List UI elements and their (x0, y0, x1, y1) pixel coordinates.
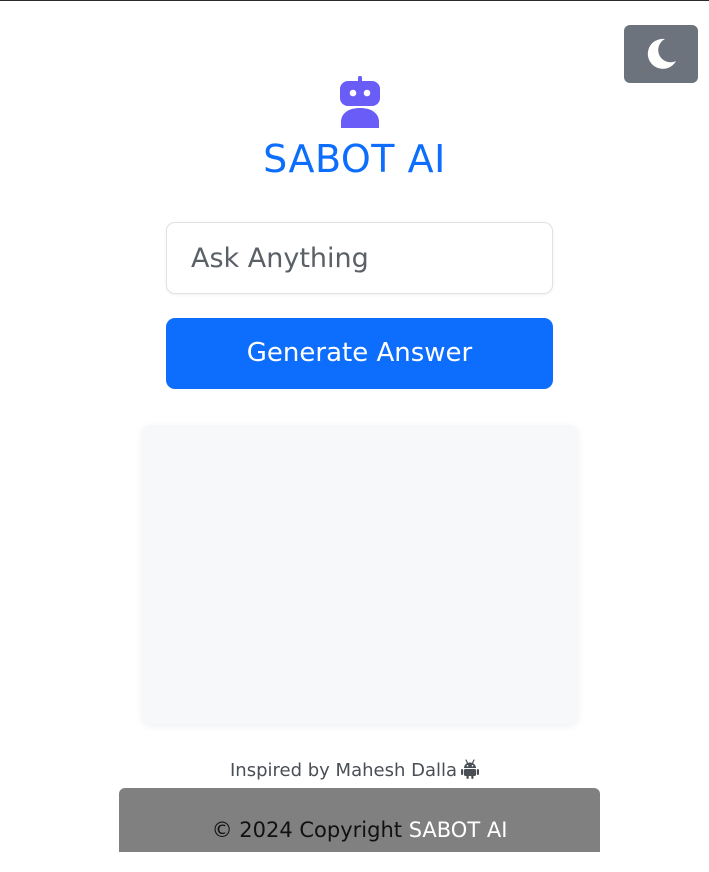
copyright-text: © 2024 Copyright (211, 818, 402, 842)
theme-toggle-button[interactable] (624, 25, 698, 83)
footer-brand-link[interactable]: SABOT AI (409, 818, 508, 842)
question-input[interactable] (166, 222, 553, 294)
credit-line: Inspired by Mahesh Dalla (0, 759, 709, 783)
generate-answer-button[interactable]: Generate Answer (166, 318, 553, 389)
top-border (0, 0, 709, 1)
credit-text: Inspired by Mahesh Dalla (229, 760, 458, 781)
app-title: SABOT AI (263, 137, 446, 181)
android-icon (461, 759, 480, 779)
answer-panel (142, 425, 578, 724)
robot-icon (340, 76, 380, 128)
moon-icon (647, 38, 676, 69)
footer: © 2024 Copyright SABOT AI (119, 788, 600, 852)
